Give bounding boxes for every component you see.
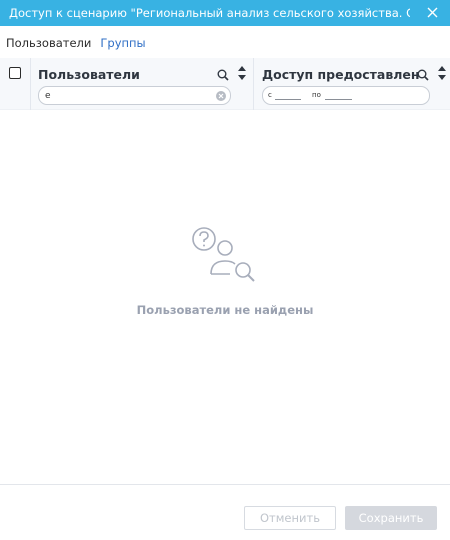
footer-divider bbox=[0, 484, 450, 485]
date-from-input[interactable] bbox=[275, 91, 301, 100]
date-range-filter: с по bbox=[262, 86, 430, 105]
user-search-icon bbox=[190, 225, 260, 289]
date-to-label: по bbox=[312, 91, 321, 99]
dialog-title: Доступ к сценарию "Региональный анализ с… bbox=[9, 6, 410, 20]
date-from-label: с bbox=[268, 91, 272, 99]
tab-bar: Пользователи Группы bbox=[0, 35, 146, 51]
search-icon[interactable] bbox=[217, 66, 229, 85]
search-icon[interactable] bbox=[417, 66, 429, 85]
users-filter-input[interactable] bbox=[45, 90, 205, 102]
close-icon[interactable] bbox=[424, 4, 440, 20]
date-to-input[interactable] bbox=[325, 91, 352, 100]
column-title-access: Доступ предоставлен bbox=[262, 67, 420, 82]
clear-filter-icon[interactable] bbox=[216, 91, 226, 101]
cancel-button[interactable]: Отменить bbox=[244, 506, 336, 530]
sort-icon[interactable] bbox=[238, 65, 246, 84]
tab-users[interactable]: Пользователи bbox=[0, 36, 91, 50]
users-filter-field[interactable] bbox=[38, 86, 231, 105]
sort-icon[interactable] bbox=[438, 65, 446, 84]
table-header: Пользователи Доступ предоставлен с по bbox=[0, 58, 450, 110]
column-divider bbox=[253, 58, 254, 110]
title-bar: Доступ к сценарию "Региональный анализ с… bbox=[0, 0, 450, 26]
save-button[interactable]: Сохранить bbox=[345, 506, 437, 530]
select-all-checkbox[interactable] bbox=[9, 67, 21, 79]
tab-groups[interactable]: Группы bbox=[91, 36, 145, 50]
empty-state: Пользователи не найдены bbox=[0, 225, 450, 317]
empty-state-message: Пользователи не найдены bbox=[136, 303, 314, 317]
column-title-users: Пользователи bbox=[38, 67, 140, 82]
dialog-window: Доступ к сценарию "Региональный анализ с… bbox=[0, 0, 450, 540]
column-divider bbox=[30, 58, 31, 110]
